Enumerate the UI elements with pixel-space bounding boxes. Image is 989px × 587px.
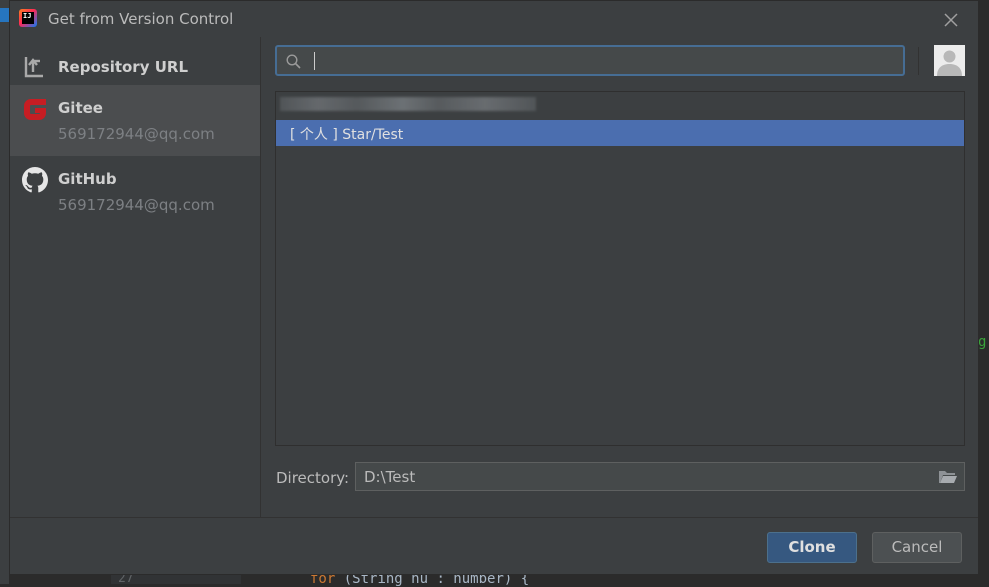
repository-search-field[interactable]: [275, 45, 905, 76]
sidebar-item-label: Gitee: [58, 99, 103, 117]
directory-label: Directory:: [276, 469, 350, 487]
get-from-vcs-dialog: IJ Get from Version Control Repository U…: [9, 0, 979, 575]
arrow-up-icon: [22, 55, 46, 83]
text-caret: [314, 52, 315, 70]
cancel-button[interactable]: Cancel: [872, 532, 962, 563]
footer-divider: [10, 517, 978, 518]
intellij-app-icon: IJ: [19, 9, 37, 27]
account-email: 569172944@qq.com: [58, 125, 215, 143]
background-tool-strip: [0, 0, 9, 584]
directory-field[interactable]: D:\Test: [355, 462, 965, 491]
sidebar-item-gitee[interactable]: Gitee 569172944@qq.com: [10, 85, 260, 156]
search-icon: [286, 54, 301, 73]
sidebar-item-label: GitHub: [58, 170, 117, 188]
account-avatar[interactable]: [934, 45, 965, 76]
toolbar-separator: [918, 47, 919, 75]
search-input[interactable]: [311, 51, 900, 73]
obscured-repository-entry: [280, 97, 536, 111]
directory-value: D:\Test: [364, 468, 416, 486]
dialog-titlebar: IJ Get from Version Control: [10, 1, 978, 37]
repository-name: [ 个人 ] Star/Test: [290, 127, 404, 143]
clone-button[interactable]: Clone: [767, 532, 857, 563]
list-item[interactable]: [ 个人 ] Star/Test: [276, 120, 964, 146]
user-avatar-icon: [934, 45, 965, 76]
close-button[interactable]: [938, 9, 964, 31]
vcs-provider-sidebar: Repository URL Gitee 569172944@qq.com Gi…: [10, 37, 261, 517]
close-icon: [944, 13, 958, 27]
repository-list: [ 个人 ] Star/Test: [275, 91, 965, 446]
gitee-logo-icon: [20, 94, 50, 128]
dialog-title: Get from Version Control: [48, 10, 234, 28]
editor-side-char: g: [978, 334, 987, 350]
folder-icon[interactable]: [938, 469, 958, 489]
sidebar-item-repository-url[interactable]: Repository URL: [10, 45, 260, 85]
sidebar-item-github[interactable]: GitHub 569172944@qq.com: [10, 156, 260, 228]
sidebar-item-label: Repository URL: [58, 58, 188, 76]
github-logo-icon: [22, 167, 48, 197]
account-email: 569172944@qq.com: [58, 196, 215, 214]
